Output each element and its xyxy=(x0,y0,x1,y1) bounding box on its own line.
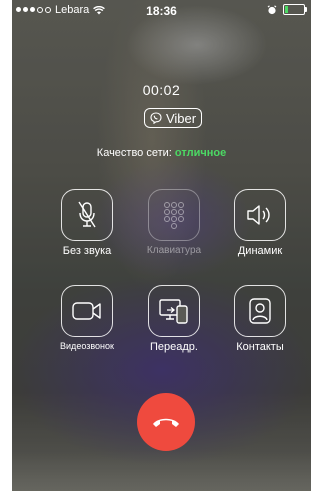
keypad-icon xyxy=(164,202,184,229)
mute-label: Без звука xyxy=(62,245,112,257)
mute-control[interactable]: Без звука xyxy=(42,189,132,257)
network-quality-value: отличное xyxy=(174,147,227,159)
contacts-button[interactable] xyxy=(234,285,286,337)
speaker-label: Динамик xyxy=(237,245,283,257)
contacts-label: Контакты xyxy=(236,341,284,353)
network-quality-label: Качество сети: xyxy=(96,147,172,159)
transfer-label: Переадр. xyxy=(150,341,198,353)
mute-button[interactable] xyxy=(61,189,113,241)
speaker-control[interactable]: Динамик xyxy=(215,189,305,257)
video-camera-icon xyxy=(72,302,101,320)
hang-up-icon xyxy=(153,418,179,427)
contacts-control[interactable]: Контакты xyxy=(215,285,305,353)
keypad-button[interactable] xyxy=(148,189,200,241)
transfer-button[interactable] xyxy=(148,285,200,337)
contact-icon xyxy=(249,298,271,324)
transfer-control[interactable]: Переадр. xyxy=(129,285,219,353)
speaker-button[interactable] xyxy=(234,189,286,241)
call-duration: 00:02 xyxy=(142,82,181,98)
end-call-button[interactable] xyxy=(137,393,195,451)
transfer-devices-icon xyxy=(159,299,188,324)
keypad-label: Клавиатура xyxy=(146,245,202,256)
bottom-fade xyxy=(12,451,311,491)
viber-label: Viber xyxy=(165,110,197,126)
video-control[interactable]: Видеозвонок xyxy=(42,285,132,351)
network-quality: Качество сети: отличное xyxy=(12,147,311,159)
video-call-label: Видеозвонок xyxy=(60,341,114,351)
keypad-control[interactable]: Клавиатура xyxy=(129,189,219,256)
video-call-button[interactable] xyxy=(61,285,113,337)
speaker-icon xyxy=(247,205,270,225)
viber-badge: Viber xyxy=(144,108,202,128)
alarm-clock-icon xyxy=(267,4,277,14)
battery-icon xyxy=(283,4,307,15)
microphone-muted-icon xyxy=(78,201,96,228)
viber-logo-icon xyxy=(150,112,162,124)
call-screen: Lebara 18:36 00:02 Viber Качество сети: … xyxy=(12,0,311,491)
status-bar: Lebara 18:36 xyxy=(12,0,311,20)
